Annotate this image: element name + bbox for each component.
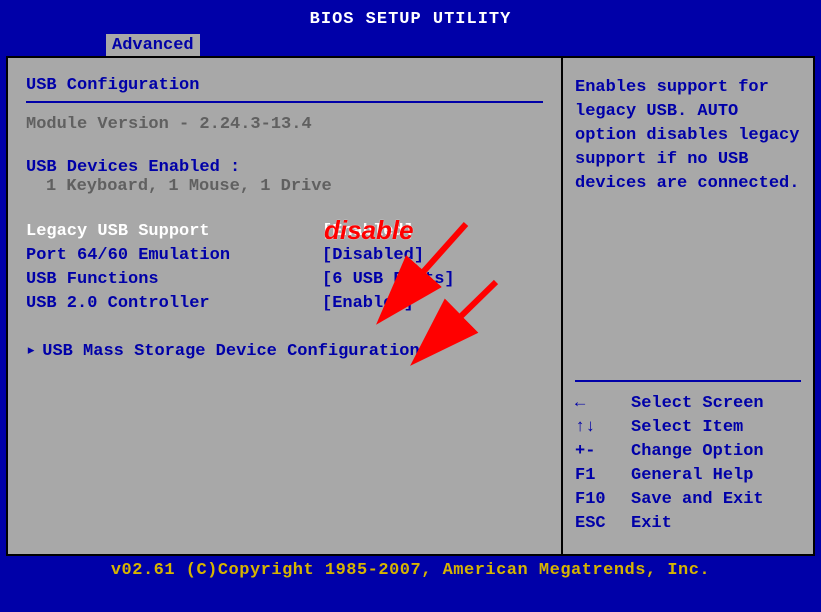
tab-advanced[interactable]: Advanced [106, 34, 200, 56]
left-panel: USB Configuration Module Version - 2.24.… [8, 58, 563, 554]
nav-key: ESC [575, 512, 631, 536]
submenu-label: USB Mass Storage Device Configuration [42, 340, 419, 364]
nav-key: F10 [575, 488, 631, 512]
workspace: USB Configuration Module Version - 2.24.… [6, 56, 815, 556]
option-value: [Disabled] [322, 244, 424, 268]
title-text: BIOS SETUP UTILITY [310, 10, 512, 29]
nav-desc: Exit [631, 512, 672, 536]
submenu-arrow-icon: ▸ [26, 340, 36, 364]
tab-bar: Advanced [6, 32, 815, 56]
nav-row: F10Save and Exit [575, 488, 801, 512]
option-row[interactable]: USB Functions [6 USB Ports] [26, 268, 543, 292]
nav-desc: General Help [631, 464, 753, 488]
nav-desc: Change Option [631, 440, 764, 464]
footer: v02.61 (C)Copyright 1985-2007, American … [6, 558, 815, 582]
submenu-row[interactable]: ▸ USB Mass Storage Device Configuration [26, 340, 543, 364]
nav-desc: Save and Exit [631, 488, 764, 512]
option-label: USB Functions [26, 268, 322, 292]
option-value: [Enabled] [322, 292, 414, 316]
nav-row: ↑↓Select Item [575, 416, 801, 440]
nav-desc: Select Item [631, 416, 743, 440]
nav-row: +-Change Option [575, 440, 801, 464]
navigation-help: ←Select Screen ↑↓Select Item +-Change Op… [575, 372, 801, 536]
nav-key: F1 [575, 464, 631, 488]
option-label: Port 64/60 Emulation [26, 244, 322, 268]
nav-row: ESCExit [575, 512, 801, 536]
devices-enabled-value: 1 Keyboard, 1 Mouse, 1 Drive [26, 177, 543, 196]
section-divider [26, 101, 543, 103]
nav-row: ←Select Screen [575, 392, 801, 416]
nav-key: ← [575, 392, 631, 416]
option-label: USB 2.0 Controller [26, 292, 322, 316]
section-title: USB Configuration [26, 76, 543, 95]
nav-row: F1General Help [575, 464, 801, 488]
option-row[interactable]: Port 64/60 Emulation [Disabled] [26, 244, 543, 268]
right-panel: Enables support for legacy USB. AUTO opt… [563, 58, 813, 554]
option-value: [6 USB Ports] [322, 268, 455, 292]
bios-root: BIOS SETUP UTILITY Advanced USB Configur… [0, 0, 821, 612]
option-value: [Enabled] [322, 220, 414, 244]
nav-divider [575, 380, 801, 382]
option-label: Legacy USB Support [26, 220, 322, 244]
nav-key: ↑↓ [575, 416, 631, 440]
tab-label: Advanced [112, 36, 194, 55]
nav-desc: Select Screen [631, 392, 764, 416]
footer-text: v02.61 (C)Copyright 1985-2007, American … [111, 561, 710, 580]
context-help: Enables support for legacy USB. AUTO opt… [575, 76, 801, 196]
option-row[interactable]: USB 2.0 Controller [Enabled] [26, 292, 543, 316]
option-row[interactable]: Legacy USB Support [Enabled] [26, 220, 543, 244]
nav-key: +- [575, 440, 631, 464]
devices-enabled-label: USB Devices Enabled : [26, 158, 543, 177]
module-version: Module Version - 2.24.3-13.4 [26, 115, 543, 134]
title-bar: BIOS SETUP UTILITY [6, 6, 815, 32]
